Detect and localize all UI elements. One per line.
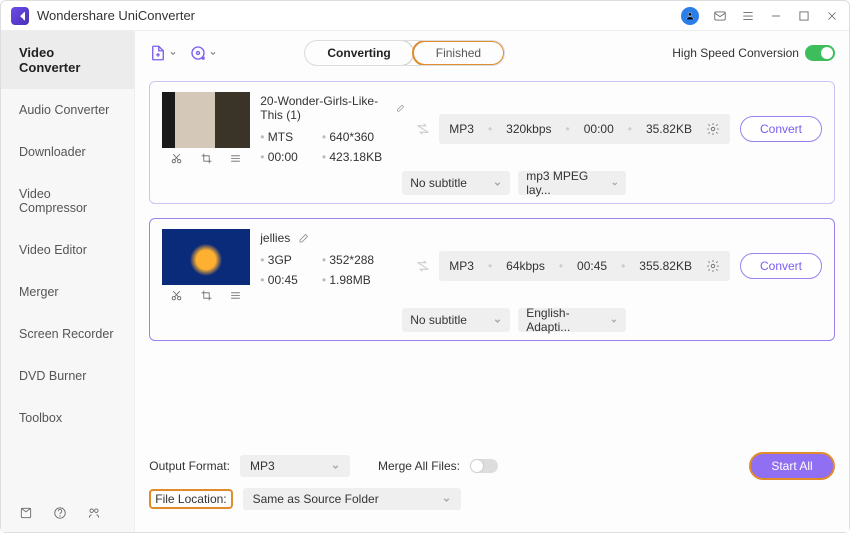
sidebar-item-downloader[interactable]: Downloader [1, 131, 134, 173]
effects-icon[interactable] [229, 289, 242, 302]
out-format: MP3 [449, 122, 474, 136]
add-dvd-button[interactable] [189, 44, 217, 62]
src-format: MTS [260, 130, 298, 144]
rename-icon[interactable] [396, 102, 406, 114]
out-bitrate: 64kbps [506, 259, 545, 273]
src-resolution: 640*360 [322, 130, 382, 144]
out-size: 35.82KB [646, 122, 692, 136]
tab-finished[interactable]: Finished [412, 40, 505, 66]
sidebar-item-screen-recorder[interactable]: Screen Recorder [1, 313, 134, 355]
convert-arrow-icon [415, 258, 431, 274]
sidebar-item-merger[interactable]: Merger [1, 271, 134, 313]
crop-icon[interactable] [200, 152, 213, 165]
sidebar-item-toolbox[interactable]: Toolbox [1, 397, 134, 439]
feedback-icon[interactable] [87, 506, 101, 520]
sidebar-item-video-converter[interactable]: Video Converter [1, 31, 134, 89]
file-location-select[interactable]: Same as Source Folder [243, 488, 461, 510]
app-logo [11, 7, 29, 25]
subtitle-select[interactable]: No subtitle [402, 308, 510, 332]
tab-converting[interactable]: Converting [304, 40, 413, 66]
subtitle-select[interactable]: No subtitle [402, 171, 510, 195]
output-settings[interactable]: MP3• 64kbps• 00:45• 355.82KB [439, 251, 730, 281]
tutorial-icon[interactable] [19, 506, 33, 520]
thumbnail[interactable] [162, 229, 250, 285]
out-bitrate: 320kbps [506, 122, 551, 136]
sidebar-item-audio-converter[interactable]: Audio Converter [1, 89, 134, 131]
effects-icon[interactable] [229, 152, 242, 165]
out-duration: 00:00 [584, 122, 614, 136]
src-size: 423.18KB [322, 150, 382, 164]
trim-icon[interactable] [170, 152, 183, 165]
audio-layout-select[interactable]: English-Adapti... [518, 308, 626, 332]
trim-icon[interactable] [170, 289, 183, 302]
sidebar-item-video-editor[interactable]: Video Editor [1, 229, 134, 271]
menu-icon[interactable] [741, 9, 755, 23]
convert-button[interactable]: Convert [740, 116, 822, 142]
out-size: 355.82KB [639, 259, 692, 273]
convert-button[interactable]: Convert [740, 253, 822, 279]
help-icon[interactable] [53, 506, 67, 520]
account-icon[interactable] [681, 7, 699, 25]
src-resolution: 352*288 [322, 253, 374, 267]
out-duration: 00:45 [577, 259, 607, 273]
src-duration: 00:00 [260, 150, 298, 164]
close-icon[interactable] [825, 9, 839, 23]
sidebar-item-dvd-burner[interactable]: DVD Burner [1, 355, 134, 397]
hsc-label: High Speed Conversion [672, 46, 799, 60]
file-name: jellies [260, 231, 290, 245]
add-file-button[interactable] [149, 44, 177, 62]
file-card: 20-Wonder-Girls-Like-This (1) MTS 00:00 … [149, 81, 835, 204]
output-format-label: Output Format: [149, 459, 230, 473]
mail-icon[interactable] [713, 9, 727, 23]
rename-icon[interactable] [298, 232, 310, 244]
src-format: 3GP [260, 253, 298, 267]
src-size: 1.98MB [322, 273, 374, 287]
output-format-select[interactable]: MP3 [240, 455, 350, 477]
window-title: Wondershare UniConverter [37, 8, 681, 23]
gear-icon[interactable] [706, 122, 720, 136]
convert-arrow-icon [415, 121, 431, 137]
out-format: MP3 [449, 259, 474, 273]
output-settings[interactable]: MP3• 320kbps• 00:00• 35.82KB [439, 114, 730, 144]
minimize-icon[interactable] [769, 9, 783, 23]
crop-icon[interactable] [200, 289, 213, 302]
hsc-toggle[interactable] [805, 45, 835, 61]
sidebar-nav: Video Converter Audio Converter Download… [1, 31, 134, 494]
gear-icon[interactable] [706, 259, 720, 273]
file-location-label: File Location: [149, 489, 232, 509]
start-all-button[interactable]: Start All [749, 452, 835, 480]
maximize-icon[interactable] [797, 9, 811, 23]
audio-layout-select[interactable]: mp3 MPEG lay... [518, 171, 626, 195]
src-duration: 00:45 [260, 273, 298, 287]
file-name: 20-Wonder-Girls-Like-This (1) [260, 94, 387, 122]
file-card: jellies 3GP 00:45 352*288 1.98MB [149, 218, 835, 341]
merge-label: Merge All Files: [378, 459, 460, 473]
thumbnail[interactable] [162, 92, 250, 148]
merge-toggle[interactable] [470, 459, 498, 473]
sidebar-item-video-compressor[interactable]: Video Compressor [1, 173, 134, 229]
